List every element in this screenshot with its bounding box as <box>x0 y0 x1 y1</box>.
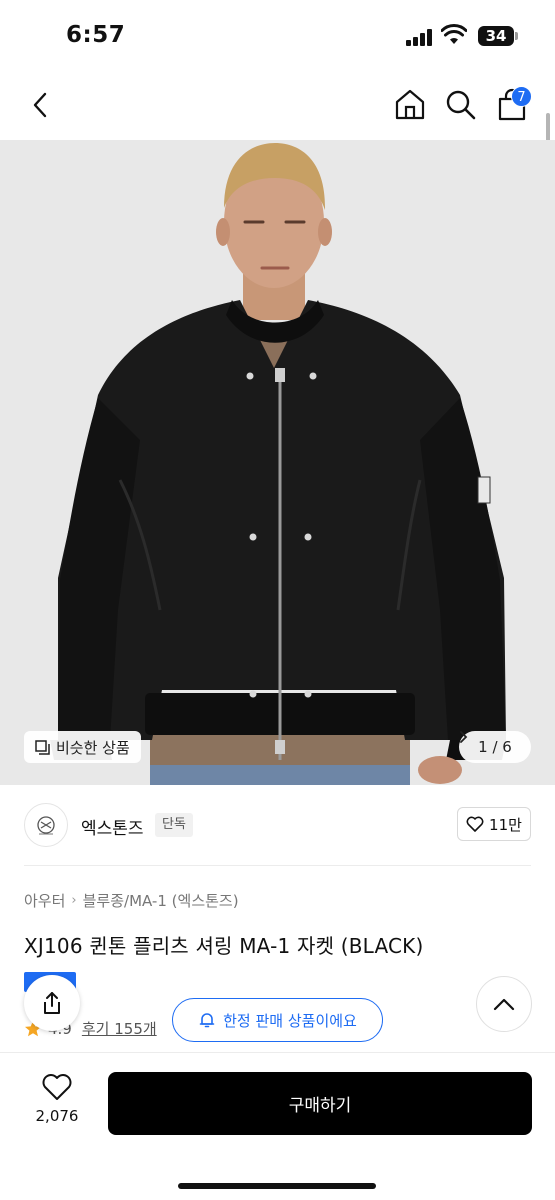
image-pager[interactable]: 1 / 6 <box>459 731 531 763</box>
scroll-to-top-button[interactable] <box>476 976 532 1032</box>
status-time: 6:57 <box>66 22 126 48</box>
breadcrumb-subcategory[interactable]: 블루종/MA-1 (엑스톤즈) <box>83 890 239 911</box>
wishlist-count: 2,076 <box>35 1107 79 1125</box>
bottom-purchase-bar: 2,076 구매하기 <box>0 1052 555 1200</box>
bell-icon <box>199 1013 215 1028</box>
breadcrumb-category[interactable]: 아우터 <box>24 890 65 911</box>
exclusive-badge: 단독 <box>155 813 193 837</box>
home-indicator <box>178 1183 376 1189</box>
battery-icon: 34 <box>478 26 514 46</box>
brand-like-button[interactable]: 11만 <box>457 807 531 841</box>
similar-items-icon <box>35 739 50 755</box>
home-icon[interactable] <box>393 87 427 121</box>
chevron-up-icon <box>493 998 515 1011</box>
heart-icon <box>42 1074 72 1100</box>
brand-like-count: 11만 <box>489 815 522 834</box>
brand-name[interactable]: 엑스톤즈 <box>81 814 144 839</box>
chevron-right-icon: › <box>71 893 77 908</box>
image-pager-count: 1 / 6 <box>478 738 512 756</box>
brand-logo[interactable] <box>24 803 68 847</box>
search-icon[interactable] <box>444 88 478 122</box>
wifi-icon <box>441 24 467 44</box>
heart-icon <box>466 816 484 832</box>
status-bar: 6:57 34 <box>0 0 555 70</box>
cellular-signal-icon <box>406 28 432 46</box>
product-photo <box>0 140 555 785</box>
product-title: XJ106 퀸톤 플리츠 셔링 MA-1 자켓 (BLACK) <box>24 934 424 958</box>
similar-products-button[interactable]: 비슷한 상품 <box>24 731 141 763</box>
brand-row: 엑스톤즈 단독 11만 <box>0 785 555 865</box>
chevron-left-icon[interactable] <box>26 90 56 120</box>
share-icon <box>44 992 60 1014</box>
similar-products-label: 비슷한 상품 <box>56 738 130 757</box>
limited-sale-label: 한정 판매 상품이에요 <box>223 1011 357 1030</box>
review-count-link[interactable]: 후기 155개 <box>82 1018 157 1039</box>
brand-emblem-icon <box>37 816 55 835</box>
breadcrumb: 아우터 › 블루종/MA-1 (엑스톤즈) <box>24 890 239 911</box>
cart-count-badge: 7 <box>511 86 532 107</box>
chevron-right-icon <box>460 731 468 743</box>
battery-cap <box>515 32 518 40</box>
divider <box>24 865 531 866</box>
share-button[interactable] <box>24 975 80 1031</box>
product-image-gallery[interactable]: 비슷한 상품 1 / 6 <box>0 140 555 785</box>
wishlist-button[interactable]: 2,076 <box>24 1073 90 1133</box>
top-navigation <box>0 70 555 140</box>
buy-button[interactable]: 구매하기 <box>108 1072 532 1135</box>
limited-sale-notice-button[interactable]: 한정 판매 상품이에요 <box>172 998 383 1042</box>
